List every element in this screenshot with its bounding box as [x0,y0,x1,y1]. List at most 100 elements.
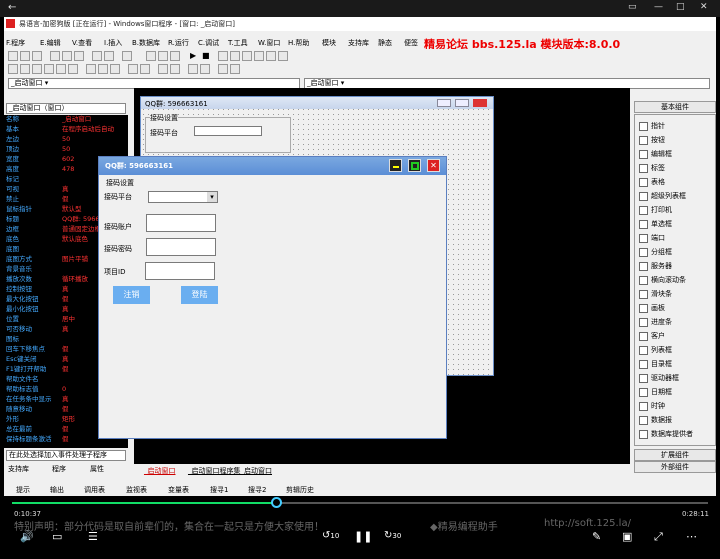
component-item[interactable]: 时钟 [639,399,665,413]
forward-30-icon[interactable]: ↻30 [384,530,401,541]
tab-search2[interactable]: 搜寻2 [248,485,266,495]
property-value[interactable]: 真 [62,355,69,364]
window-icon[interactable] [170,51,180,61]
external-components-tab[interactable]: 外部组件 [634,461,716,473]
more-icon[interactable]: ⋯ [686,530,697,543]
property-value[interactable]: 478 [62,165,74,174]
property-value[interactable]: _启动窗口 [62,115,91,124]
property-row[interactable]: 左边 50 [4,135,128,144]
property-value[interactable]: 真 [62,185,69,194]
cut-icon[interactable] [50,51,60,61]
password-input[interactable] [146,238,216,256]
find-icon[interactable] [122,51,132,61]
component-item[interactable]: 驱动器框 [639,371,679,385]
list-icon[interactable]: ☰ [88,530,98,543]
menu-run[interactable]: R.运行 [168,38,189,48]
doc-tab-form[interactable]: _启动窗口 [144,466,176,476]
tab-variables[interactable]: 变量表 [168,485,189,495]
property-value[interactable]: 默认底色 [62,235,88,244]
login-button[interactable]: 登陆 [181,286,218,304]
property-value[interactable]: 真 [62,305,69,314]
component-item[interactable]: 数据报 [639,413,672,427]
tab-order-icon[interactable] [218,64,228,74]
property-value[interactable]: 图片平铺 [62,255,88,264]
property-value[interactable]: 默认型 [62,205,82,214]
component-item[interactable]: 端口 [639,231,665,245]
rewind-10-icon[interactable]: ↺10 [322,530,339,541]
component-item[interactable]: 打印机 [639,203,672,217]
run-icon[interactable]: ▶ [190,51,200,61]
step-over-icon[interactable] [230,51,240,61]
breakpoint-icon[interactable] [254,51,264,61]
lock-icon[interactable] [230,64,240,74]
send-back-icon[interactable] [200,64,210,74]
property-value[interactable]: 真 [62,395,69,404]
same-size-icon[interactable] [110,64,120,74]
component-item[interactable]: 编辑框 [639,147,672,161]
tab-output[interactable]: 输出 [50,485,64,495]
component-palette-title[interactable]: 基本组件 [634,101,716,113]
property-object-combo[interactable]: _启动窗口（窗口） [6,103,126,114]
align-right-icon[interactable] [32,64,42,74]
property-value[interactable]: 普通固定边框 [62,225,101,234]
property-value[interactable]: 假 [62,405,69,414]
logout-button[interactable]: 注销 [113,286,150,304]
component-item[interactable]: 标签 [639,161,665,175]
new-icon[interactable] [8,51,18,61]
same-height-icon[interactable] [98,64,108,74]
menu-support-lib[interactable]: 支持库 [348,38,369,48]
picture-in-picture-icon[interactable]: ▭ [628,2,637,12]
component-item[interactable]: 横向滚动条 [639,273,686,287]
component-item[interactable]: 列表框 [639,343,672,357]
back-arrow-icon[interactable]: ← [8,2,16,13]
component-item[interactable]: 单选框 [639,217,672,231]
menu-tools[interactable]: T.工具 [228,38,248,48]
property-row[interactable]: 基本 在程序启动后自动 [4,125,128,134]
volume-icon[interactable]: 🔊 [20,530,34,543]
tab-support-lib[interactable]: 支持库 [8,464,29,474]
fullscreen-icon[interactable]: ⤢ [654,530,663,544]
property-value[interactable]: 真 [62,325,69,334]
seek-handle[interactable] [271,497,283,508]
pip-icon[interactable]: ▣ [622,530,632,543]
grid-icon[interactable] [158,51,168,61]
component-item[interactable]: 分组框 [639,245,672,259]
dialog-minimize-icon[interactable] [389,159,402,172]
menu-database[interactable]: B.数据库 [132,38,160,48]
component-item[interactable]: 指针 [639,119,665,133]
h-space-icon[interactable] [128,64,138,74]
component-item[interactable]: 进度条 [639,315,672,329]
menu-module[interactable]: 模块 [322,38,336,48]
step-icon[interactable] [218,51,228,61]
align-top-icon[interactable] [44,64,54,74]
minimize-icon[interactable]: — [654,2,663,12]
event-hint-combo[interactable]: 在此处选择加入事件处理子程序 [6,450,126,461]
design-platform-combo[interactable] [194,126,262,136]
property-value[interactable]: 50 [62,135,70,144]
account-input[interactable] [146,214,216,232]
component-item[interactable]: 按钮 [639,133,665,147]
property-row[interactable]: 顶边 50 [4,145,128,154]
pause-icon[interactable]: ❚❚ [354,530,372,543]
undo-icon[interactable] [92,51,102,61]
tab-hint[interactable]: 提示 [16,485,30,495]
component-item[interactable]: 目录框 [639,357,672,371]
maximize-icon[interactable]: □ [676,2,685,12]
close-icon[interactable]: ✕ [700,2,708,12]
menu-program[interactable]: F.程序 [6,38,25,48]
component-item[interactable]: 客户 [639,329,665,343]
menu-notes[interactable]: 便签 [404,38,418,48]
property-value[interactable]: 假 [62,295,69,304]
bring-front-icon[interactable] [188,64,198,74]
property-value[interactable]: 居中 [62,315,75,324]
align-middle-icon[interactable] [56,64,66,74]
tab-properties[interactable]: 属性 [90,464,104,474]
v-space-icon[interactable] [140,64,150,74]
watch-icon[interactable] [266,51,276,61]
caption-icon[interactable]: ▭ [52,530,62,543]
component-item[interactable]: 表格 [639,175,665,189]
redo-icon[interactable] [104,51,114,61]
tab-watch[interactable]: 监视表 [126,485,147,495]
property-value[interactable]: 假 [62,365,69,374]
dialog-maximize-icon[interactable] [408,159,421,172]
